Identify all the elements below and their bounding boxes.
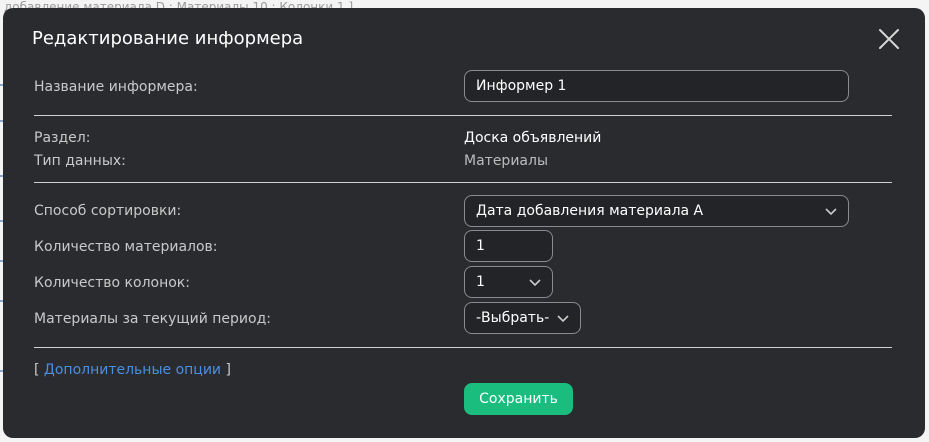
informer-name-input[interactable] <box>464 70 849 102</box>
informer-name-label: Название информера: <box>34 79 198 95</box>
materials-count-input[interactable] <box>464 230 553 262</box>
additional-options-row: [ Дополнительные опции ] <box>34 361 231 379</box>
section-value: Доска объявлений <box>464 130 602 146</box>
section-label: Раздел: <box>34 130 91 146</box>
chevron-down-icon <box>825 206 837 216</box>
period-label: Материалы за текущий период: <box>34 311 271 327</box>
sort-method-value: Дата добавления материала А <box>476 203 704 219</box>
divider <box>34 182 892 183</box>
columns-count-label: Количество колонок: <box>34 275 190 291</box>
data-type-label: Тип данных: <box>34 153 126 169</box>
bracket-open: [ <box>34 362 40 378</box>
additional-options-link[interactable]: Дополнительные опции <box>44 362 221 378</box>
period-select[interactable]: -Выбрать- <box>464 302 581 334</box>
period-value: -Выбрать- <box>476 310 550 326</box>
bracket-close: ] <box>225 362 231 378</box>
chevron-down-icon <box>529 277 541 287</box>
close-icon[interactable] <box>876 26 902 52</box>
divider <box>34 115 892 116</box>
data-type-value: Материалы <box>464 153 548 169</box>
divider <box>34 347 892 348</box>
modal-title: Редактирование информера <box>32 28 304 49</box>
save-button[interactable]: Сохранить <box>464 383 573 415</box>
columns-count-value: 1 <box>476 274 485 290</box>
edit-informer-modal: Редактирование информера Название информ… <box>3 8 925 438</box>
sort-method-select[interactable]: Дата добавления материала А <box>464 195 849 227</box>
chevron-down-icon <box>557 313 569 323</box>
columns-count-select[interactable]: 1 <box>464 266 553 298</box>
sort-method-label: Способ сортировки: <box>34 203 182 219</box>
materials-count-label: Количество материалов: <box>34 239 218 255</box>
